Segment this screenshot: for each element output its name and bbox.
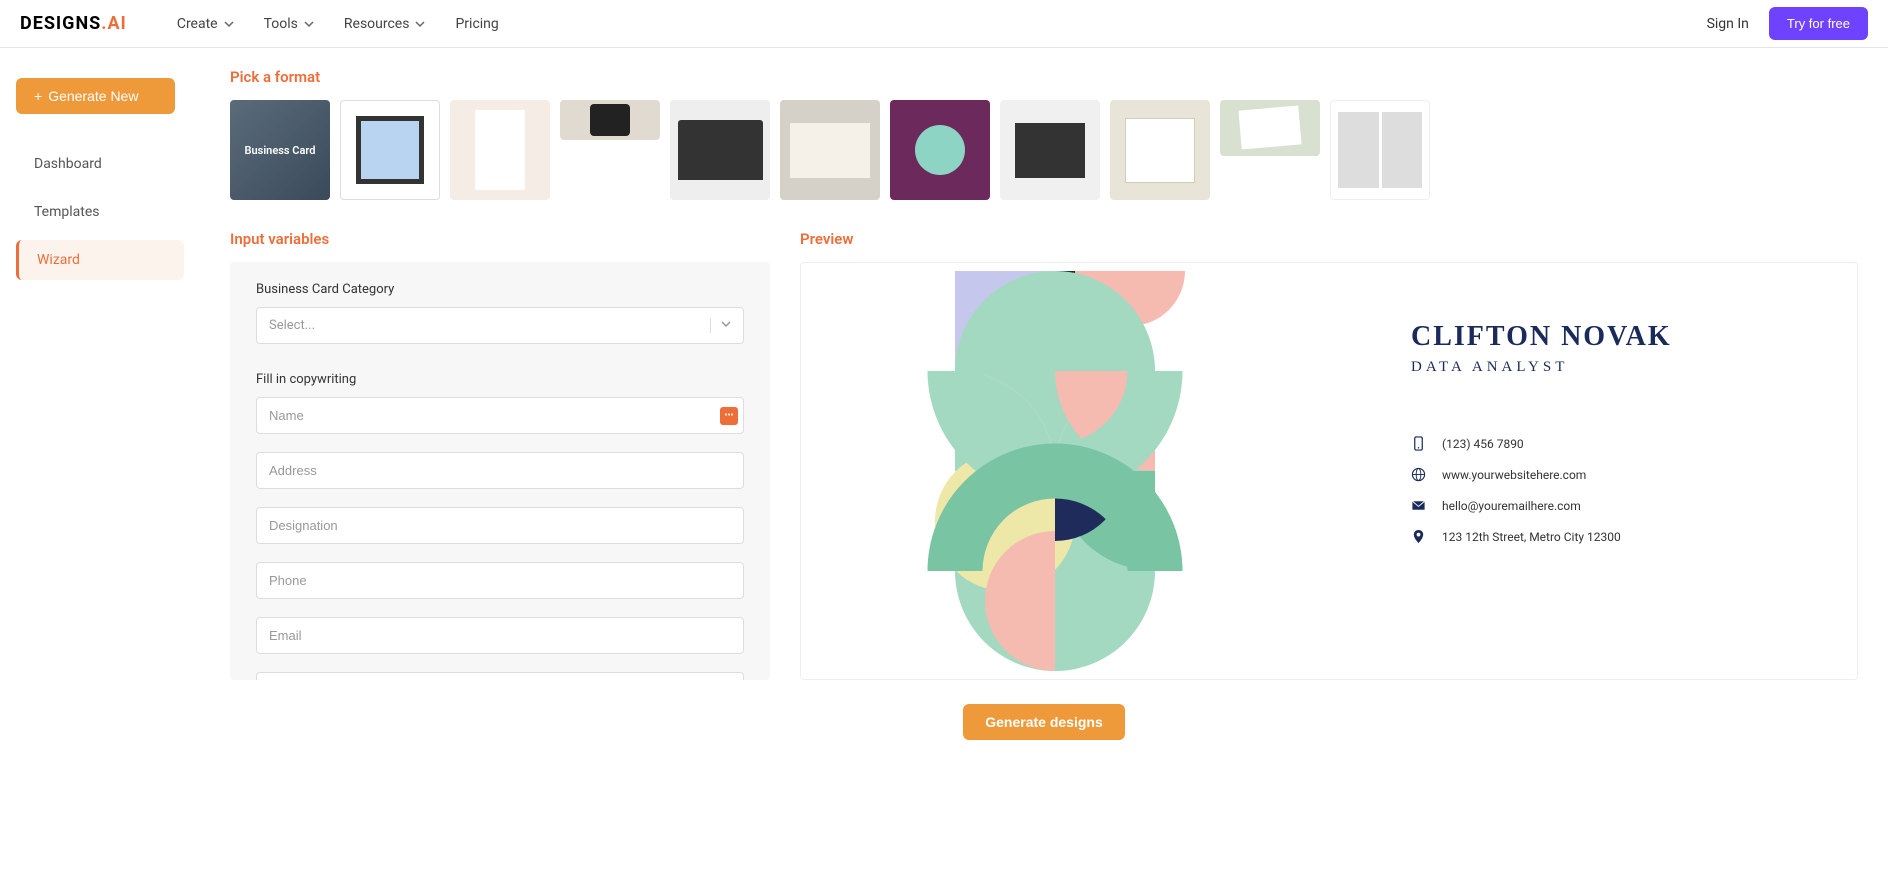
form-panel: Business Card Category Select... Fill in… [230,262,770,680]
preview-title: Preview [800,230,1858,248]
preview-artwork [809,271,1381,671]
plus-icon: + [34,88,42,104]
format-thumb[interactable] [780,100,880,200]
top-nav: DESIGNS.AI Create Tools Resources Pricin… [0,0,1888,48]
input-column: Input variables Business Card Category S… [230,230,770,680]
format-thumb[interactable] [560,100,660,140]
nav-pricing[interactable]: Pricing [455,16,498,32]
sidebar-item-wizard[interactable]: Wizard [16,240,184,280]
generate-designs-button[interactable]: Generate designs [963,704,1125,740]
designation-input[interactable] [256,507,744,544]
header-left: DESIGNS.AI Create Tools Resources Pricin… [20,13,499,34]
sidebar-item-dashboard[interactable]: Dashboard [16,144,184,184]
card-name: CLIFTON NOVAK [1411,321,1819,353]
logo-suffix: .AI [101,13,127,34]
email-input[interactable] [256,617,744,654]
preview-area: CLIFTON NOVAK DATA ANALYST (123) 456 789… [800,262,1858,680]
contact-email: hello@youremailhere.com [1411,498,1819,513]
contact-address: 123 12th Street, Metro City 12300 [1411,529,1819,544]
pick-format-title: Pick a format [230,68,1858,86]
nav-label: Resources [344,16,410,32]
logo-text: DESIGNS [20,13,101,34]
nav-create[interactable]: Create [177,16,234,32]
contact-text: www.yourwebsitehere.com [1442,468,1586,482]
location-icon [1411,529,1426,544]
format-thumb[interactable] [1330,100,1430,200]
geometric-art [809,271,1381,671]
nav-label: Tools [264,16,298,32]
name-input[interactable] [256,397,744,434]
format-thumb[interactable] [1110,100,1210,200]
category-label: Business Card Category [256,282,744,297]
contact-phone: (123) 456 7890 [1411,436,1819,451]
header-right: Sign In Try for free [1707,7,1868,40]
phone-icon [1411,436,1426,451]
chevron-down-icon [415,19,425,29]
two-col: Input variables Business Card Category S… [230,230,1858,680]
container: + Generate New Dashboard Templates Wizar… [0,48,1888,879]
format-thumb[interactable] [340,100,440,200]
globe-icon [1411,467,1426,482]
chevron-down-icon [710,318,731,333]
try-free-button[interactable]: Try for free [1769,7,1868,40]
sidebar-nav: Dashboard Templates Wizard [16,144,184,280]
select-placeholder: Select... [269,318,315,333]
copywriting-label: Fill in copywriting [256,372,744,387]
generate-wrap: Generate designs [230,704,1858,740]
nav-label: Pricing [455,16,498,32]
format-thumb[interactable] [450,100,550,200]
card-role: DATA ANALYST [1411,359,1819,376]
company-input[interactable] [256,672,744,680]
logo[interactable]: DESIGNS.AI [20,13,127,34]
main-nav: Create Tools Resources Pricing [157,16,499,32]
contact-text: (123) 456 7890 [1442,437,1524,451]
nav-tools[interactable]: Tools [264,16,314,32]
chevron-down-icon [224,19,234,29]
business-card-preview: CLIFTON NOVAK DATA ANALYST (123) 456 789… [809,271,1849,671]
contact-text: 123 12th Street, Metro City 12300 [1442,530,1621,544]
sidebar-item-templates[interactable]: Templates [16,192,184,232]
format-gallery: Business Card [230,100,1858,200]
format-thumb[interactable] [1000,100,1100,200]
phone-input[interactable] [256,562,744,599]
card-contacts: (123) 456 7890 www.yourwebsitehere.com h… [1411,436,1819,544]
format-thumb[interactable] [670,100,770,200]
address-input[interactable] [256,452,744,489]
ai-badge-icon[interactable]: ••• [720,407,738,425]
main: Pick a format Business Card Input variab… [200,48,1888,879]
contact-text: hello@youremailhere.com [1442,499,1581,513]
generate-new-label: Generate New [48,88,138,104]
nav-label: Create [177,16,218,32]
category-select[interactable]: Select... [256,307,744,344]
nav-resources[interactable]: Resources [344,16,426,32]
input-vars-title: Input variables [230,230,770,248]
format-label: Business Card [245,144,316,157]
mail-icon [1411,498,1426,513]
preview-info: CLIFTON NOVAK DATA ANALYST (123) 456 789… [1381,271,1849,671]
generate-new-button[interactable]: + Generate New [16,78,175,114]
format-thumb[interactable] [1220,100,1320,156]
format-thumb[interactable] [890,100,990,200]
preview-column: Preview [800,230,1858,680]
chevron-down-icon [304,19,314,29]
format-business-card[interactable]: Business Card [230,100,330,200]
sign-in-link[interactable]: Sign In [1707,16,1749,32]
contact-website: www.yourwebsitehere.com [1411,467,1819,482]
sidebar: + Generate New Dashboard Templates Wizar… [0,48,200,879]
